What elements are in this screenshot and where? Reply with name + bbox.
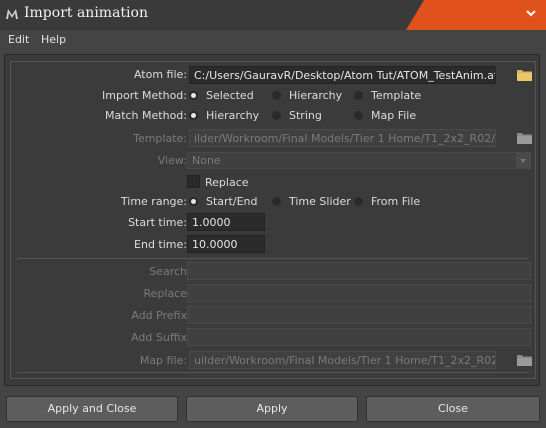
template-field[interactable]: ilder/Workroom/Final Models/Tier 1 Home/… [189,129,496,147]
close-button[interactable]: Close [366,396,540,422]
replace-checkbox[interactable] [187,175,200,188]
map-file-folder-icon[interactable] [517,354,532,366]
view-dropdown[interactable]: None [187,152,531,169]
end-time-label: End time: [134,238,187,251]
maya-logo-icon [6,9,18,19]
time-range-label: Time range: [120,195,187,208]
apply-and-close-button[interactable]: Apply and Close [6,396,178,422]
atom-file-label: Atom file: [133,68,187,81]
match-method-label: Match Method: [104,109,187,122]
menu-edit[interactable]: Edit [8,33,29,46]
add-prefix-field[interactable] [187,306,531,324]
import-method-label: Import Method: [102,89,187,102]
replace-label: Replace [143,287,187,300]
options-panel: Atom file: C:/Users/GauravR/Desktop/Atom… [4,54,540,386]
add-prefix-label: Add Prefix [131,309,187,322]
separator-bottom [17,372,529,373]
chevron-down-icon [516,153,530,168]
search-field[interactable] [187,262,531,280]
replace-field[interactable] [187,284,531,302]
options-frame: Atom file: C:/Users/GauravR/Desktop/Atom… [10,61,536,379]
map-file-label: Map file: [139,354,187,367]
end-time-field[interactable]: 10.0000 [187,235,265,253]
replace-checkbox-label: Replace [205,176,249,189]
add-suffix-field[interactable] [187,328,531,346]
template-folder-icon[interactable] [517,132,532,144]
chevron-down-icon[interactable] [524,6,538,20]
start-time-field[interactable]: 1.0000 [187,213,265,231]
add-suffix-label: Add Suffix [131,331,187,344]
menu-bar: Edit Help [0,30,546,50]
search-label: Search [149,265,187,278]
map-file-field[interactable]: uilder/Workroom/Final Models/Tier 1 Home… [189,351,496,369]
folder-icon[interactable] [517,69,532,81]
view-label: View: [157,154,187,167]
window-title: Import animation [24,5,148,21]
menu-help[interactable]: Help [41,33,66,46]
start-time-label: Start time: [128,216,187,229]
template-label: Template: [133,132,187,145]
atom-file-field[interactable]: C:/Users/GauravR/Desktop/Atom Tut/ATOM_T… [189,66,496,84]
apply-button[interactable]: Apply [186,396,358,422]
title-bar: Import animation [0,0,546,30]
view-dropdown-value: None [192,154,221,167]
separator [17,258,529,259]
